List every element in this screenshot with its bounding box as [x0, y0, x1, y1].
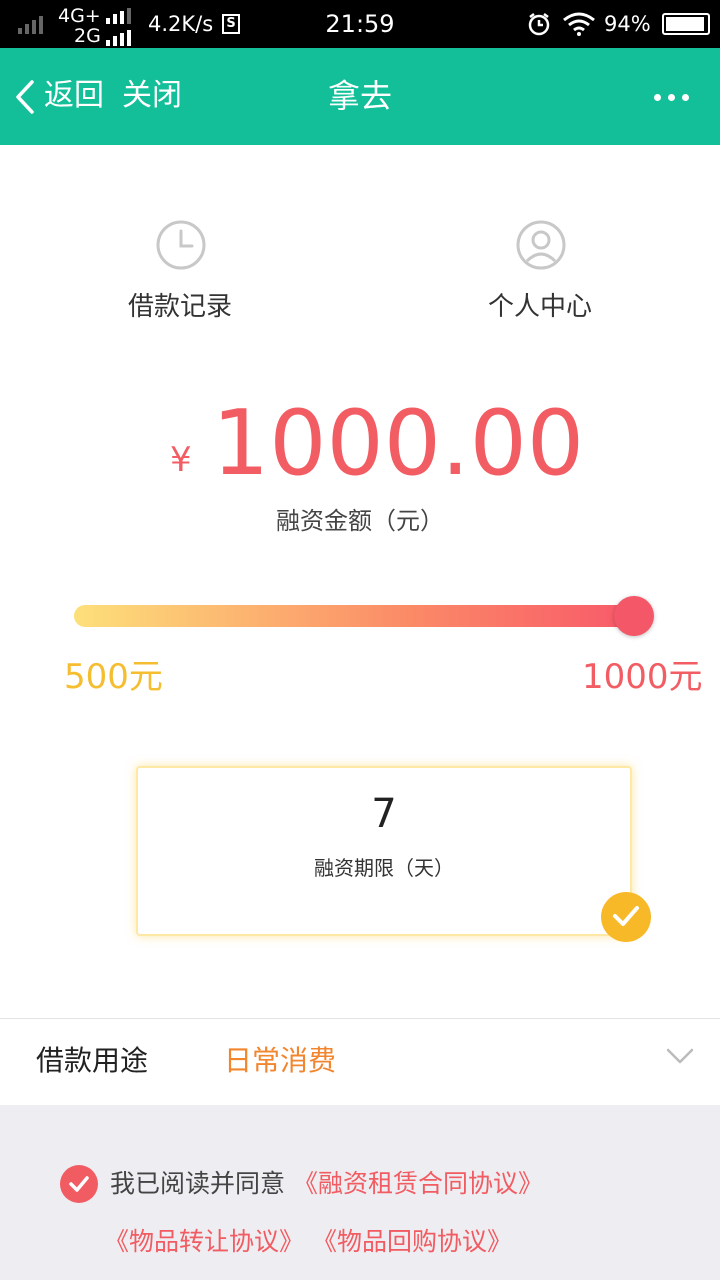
personal-center-button[interactable]: 个人中心 — [430, 215, 650, 335]
chevron-left-icon — [16, 80, 34, 114]
agreement-text: 我已阅读并同意 — [110, 1169, 286, 1198]
loan-purpose-select[interactable]: 借款用途 日常消费 — [0, 1019, 720, 1105]
wifi-icon — [563, 12, 595, 36]
check-icon — [69, 1176, 89, 1192]
status-time: 21:59 — [325, 10, 395, 38]
currency-symbol: ¥ — [170, 440, 192, 480]
amount-value: 1000.00 — [212, 391, 585, 496]
amount-label: 融资金额（元） — [276, 507, 444, 535]
user-icon — [516, 220, 566, 270]
check-icon — [601, 892, 651, 942]
slider-max-label: 1000元 — [582, 657, 703, 697]
chevron-down-icon — [666, 1048, 694, 1064]
buyback-agreement-link[interactable]: 《物品回购协议》 — [312, 1227, 512, 1256]
back-label: 返回 — [44, 78, 104, 113]
network-type-top: 4G+ — [58, 5, 101, 27]
battery-level-fill — [666, 17, 704, 31]
clock-icon — [156, 220, 206, 270]
loan-amount: ¥ 1000.00 — [0, 392, 720, 502]
agreement-line: 我已阅读并同意 《融资租赁合同协议》 — [110, 1165, 543, 1203]
agreement-line: 《物品转让协议》 《物品回购协议》 — [104, 1223, 512, 1261]
network-speed: 4.2K/s — [148, 12, 214, 36]
nav-bar: 返回 关闭 拿去 — [0, 48, 720, 145]
status-bar: 4G+ 2G 4.2K/s S 21:59 94% — [0, 0, 720, 48]
back-button[interactable]: 返回 — [14, 76, 114, 116]
loan-records-button[interactable]: 借款记录 — [70, 215, 290, 335]
term-value: 7 — [371, 791, 397, 837]
term-label: 融资期限（天） — [314, 856, 454, 880]
personal-center-label: 个人中心 — [487, 292, 592, 322]
purpose-value: 日常消费 — [224, 1044, 337, 1077]
network-indicator: 4G+ 2G — [58, 4, 138, 48]
purpose-label: 借款用途 — [36, 1044, 149, 1077]
slider-thumb[interactable] — [614, 596, 654, 636]
close-button[interactable]: 关闭 — [122, 76, 182, 116]
signal-icon — [18, 16, 43, 34]
battery-percent: 94% — [604, 12, 651, 36]
network-type-bottom: 2G — [74, 25, 101, 47]
alarm-icon — [528, 13, 550, 36]
agreement-section: 我已阅读并同意 《融资租赁合同协议》 《物品转让协议》 《物品回购协议》 — [0, 1105, 720, 1280]
s-badge-icon: S — [222, 14, 240, 34]
battery-icon — [662, 13, 710, 35]
amount-slider[interactable] — [74, 596, 654, 636]
loan-records-label: 借款记录 — [127, 292, 232, 322]
signal-icon — [106, 8, 131, 24]
signal-icon — [106, 30, 131, 46]
term-option-card[interactable]: 7 融资期限（天） — [136, 766, 632, 936]
agreement-checkbox[interactable] — [60, 1165, 98, 1203]
slider-min-label: 500元 — [64, 657, 163, 697]
page-title: 拿去 — [327, 77, 392, 115]
lease-contract-link[interactable]: 《融资租赁合同协议》 — [293, 1169, 543, 1198]
more-dots-icon[interactable] — [650, 78, 694, 114]
slider-track[interactable] — [74, 605, 634, 627]
transfer-agreement-link[interactable]: 《物品转让协议》 — [104, 1227, 304, 1256]
